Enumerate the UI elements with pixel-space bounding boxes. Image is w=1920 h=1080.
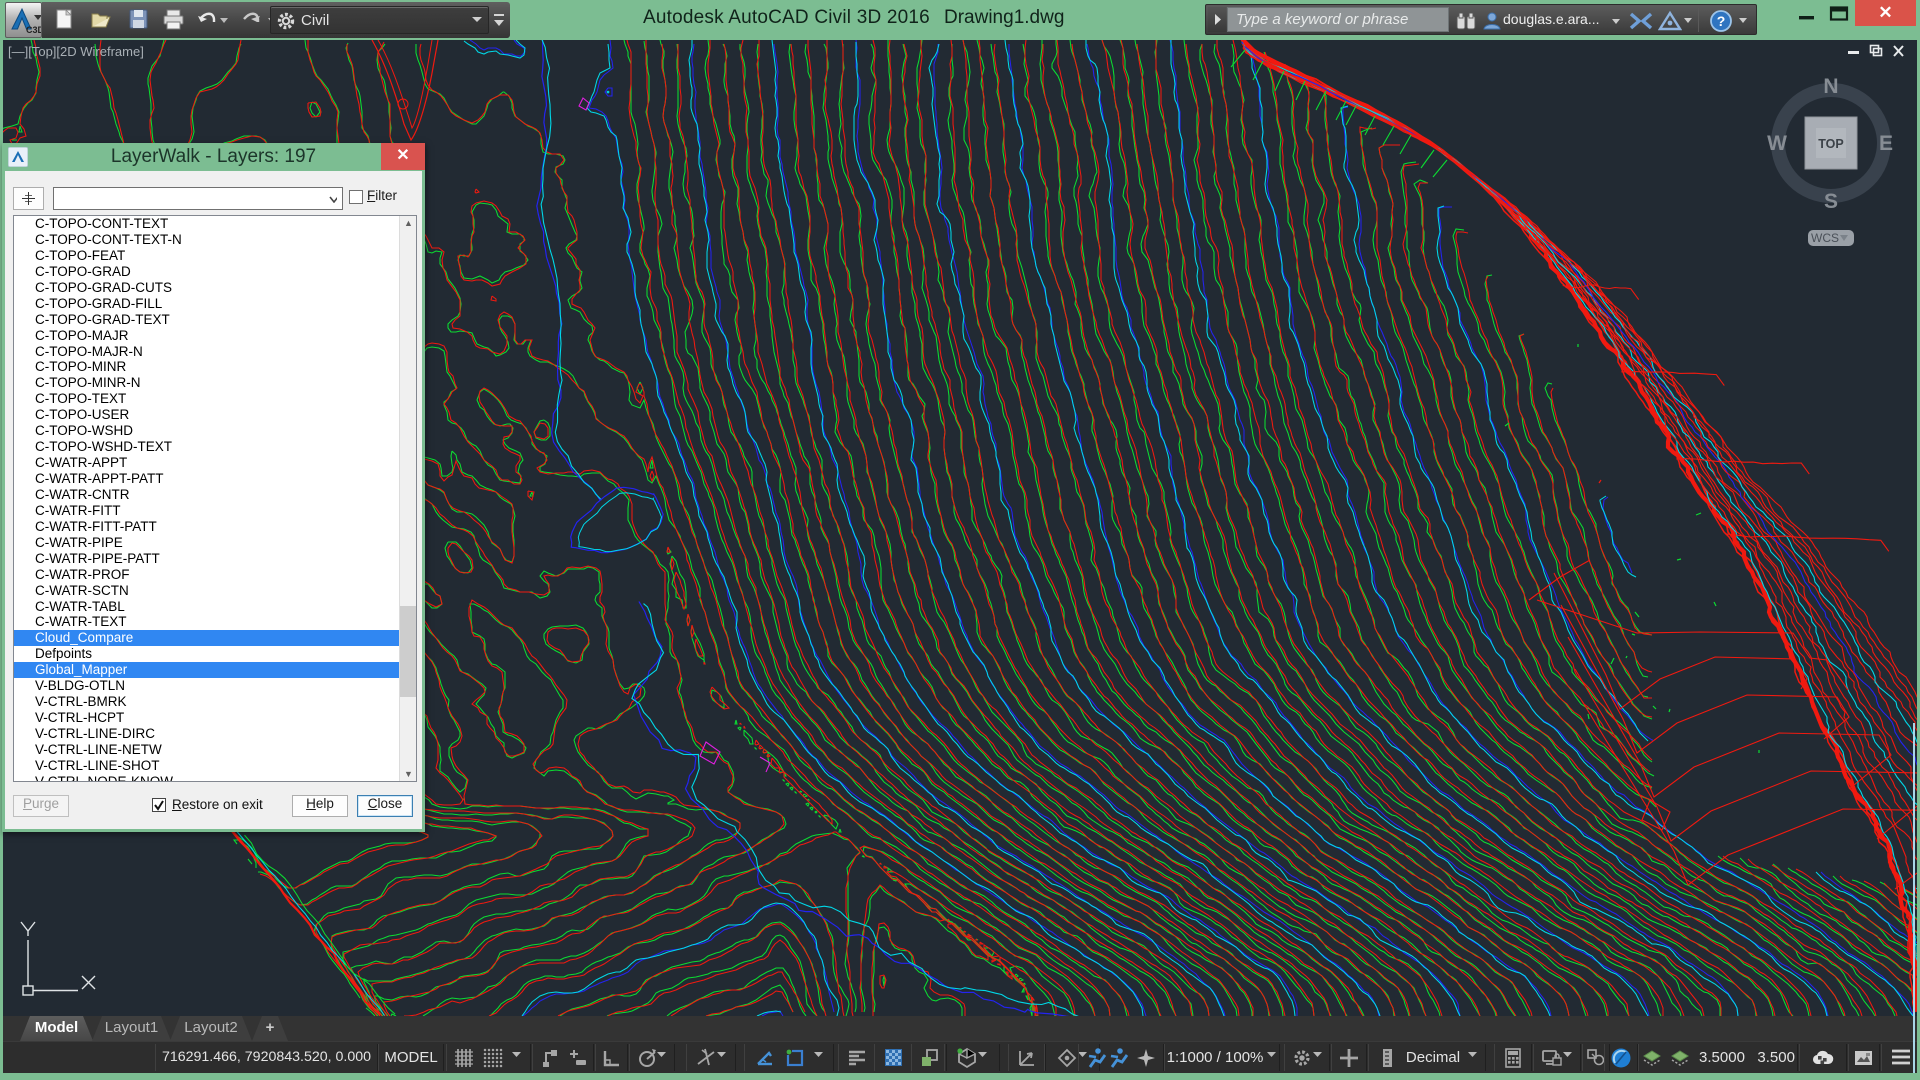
- svg-text:W: W: [1767, 132, 1787, 155]
- svg-text:?: ?: [1717, 13, 1726, 29]
- svg-text:TOP: TOP: [1818, 137, 1843, 151]
- svg-text:E: E: [1879, 132, 1893, 155]
- svg-text:C3D: C3D: [26, 25, 41, 35]
- svg-text:WCS: WCS: [1811, 231, 1839, 245]
- svg-text:S: S: [1824, 190, 1838, 213]
- svg-text:N: N: [1823, 75, 1838, 98]
